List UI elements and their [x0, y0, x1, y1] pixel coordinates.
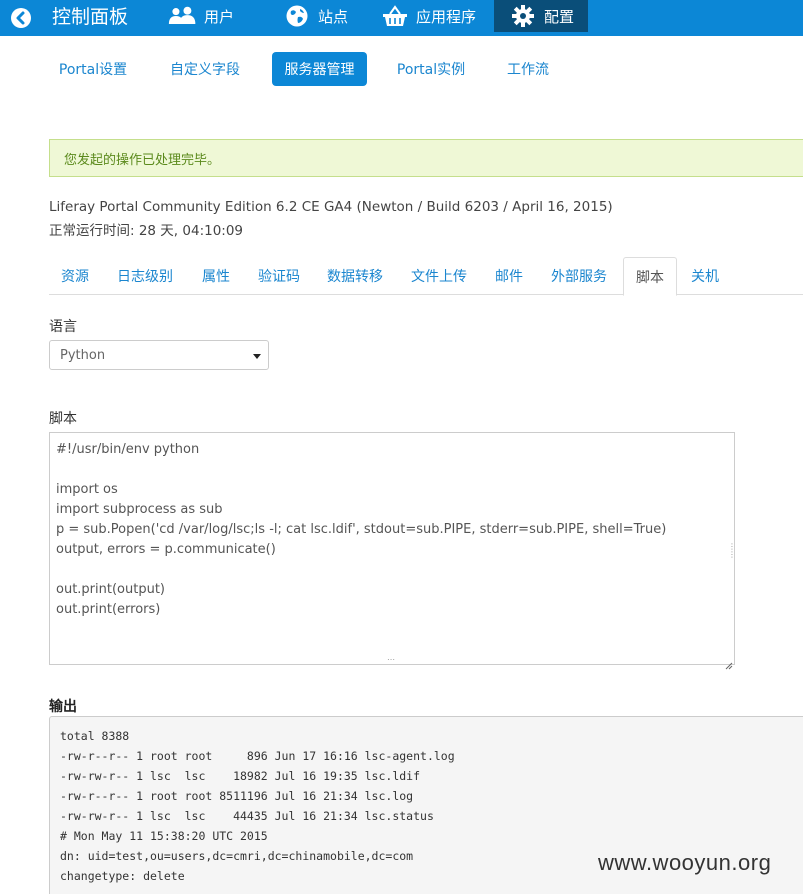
users-icon	[168, 4, 198, 28]
vertical-grip-icon[interactable]: ⋮ ⋮	[728, 543, 736, 559]
nav-apps-label: 应用程序	[416, 7, 477, 26]
server-admin-tabs: 资源 日志级别 属性 验证码 数据转移 文件上传 邮件 外部服务 脚本 关机	[49, 257, 803, 296]
subnav-server-administration[interactable]: 服务器管理	[272, 52, 367, 86]
tab-external-services[interactable]: 外部服务	[541, 257, 617, 295]
success-alert: 您发起的操作已处理完毕。	[49, 139, 803, 177]
uptime: 正常运行时间: 28 天, 04:10:09	[49, 223, 244, 239]
output-label: 输出	[49, 699, 77, 715]
nav-users-label: 用户	[204, 7, 235, 26]
top-navigation-bar: 控制面板 用户 站点 应用程序 配置	[0, 0, 803, 36]
gear-icon	[508, 4, 538, 28]
subnav-workflow[interactable]: 工作流	[496, 52, 560, 86]
tab-mail[interactable]: 邮件	[485, 257, 533, 295]
tab-shutdown[interactable]: 关机	[681, 257, 729, 295]
tab-resources[interactable]: 资源	[49, 257, 101, 295]
tab-script[interactable]: 脚本	[623, 257, 677, 296]
tab-data-migration[interactable]: 数据转移	[317, 257, 393, 295]
portal-version: Liferay Portal Community Edition 6.2 CE …	[49, 199, 613, 215]
script-textarea[interactable]: #!/usr/bin/env python import os import s…	[49, 432, 735, 665]
basket-icon	[380, 4, 410, 28]
nav-configuration[interactable]: 配置	[494, 0, 588, 32]
subnav-portal-instances[interactable]: Portal实例	[388, 52, 474, 86]
tab-properties[interactable]: 属性	[191, 257, 241, 295]
horizontal-grip-icon[interactable]: ⋯	[387, 656, 395, 664]
resize-handle-icon[interactable]	[725, 655, 733, 670]
subnav-custom-fields[interactable]: 自定义字段	[160, 52, 250, 86]
tab-log-levels[interactable]: 日志级别	[107, 257, 183, 295]
language-select-value: Python	[60, 347, 106, 363]
control-panel-title: 控制面板	[52, 6, 129, 28]
language-label: 语言	[49, 319, 77, 335]
nav-sites[interactable]: 站点	[282, 0, 362, 32]
subnav-portal-settings[interactable]: Portal设置	[50, 52, 136, 86]
back-icon[interactable]	[9, 6, 33, 30]
language-select[interactable]: Python	[49, 340, 269, 370]
nav-configuration-label: 配置	[544, 7, 575, 26]
script-label: 脚本	[49, 411, 77, 427]
tab-captcha[interactable]: 验证码	[247, 257, 311, 295]
nav-apps[interactable]: 应用程序	[380, 0, 480, 32]
nav-users[interactable]: 用户	[168, 0, 258, 32]
globe-icon	[282, 4, 312, 28]
caret-down-icon	[252, 350, 262, 360]
tab-file-uploads[interactable]: 文件上传	[401, 257, 477, 295]
nav-sites-label: 站点	[318, 7, 349, 26]
watermark: www.wooyun.org	[598, 850, 772, 875]
